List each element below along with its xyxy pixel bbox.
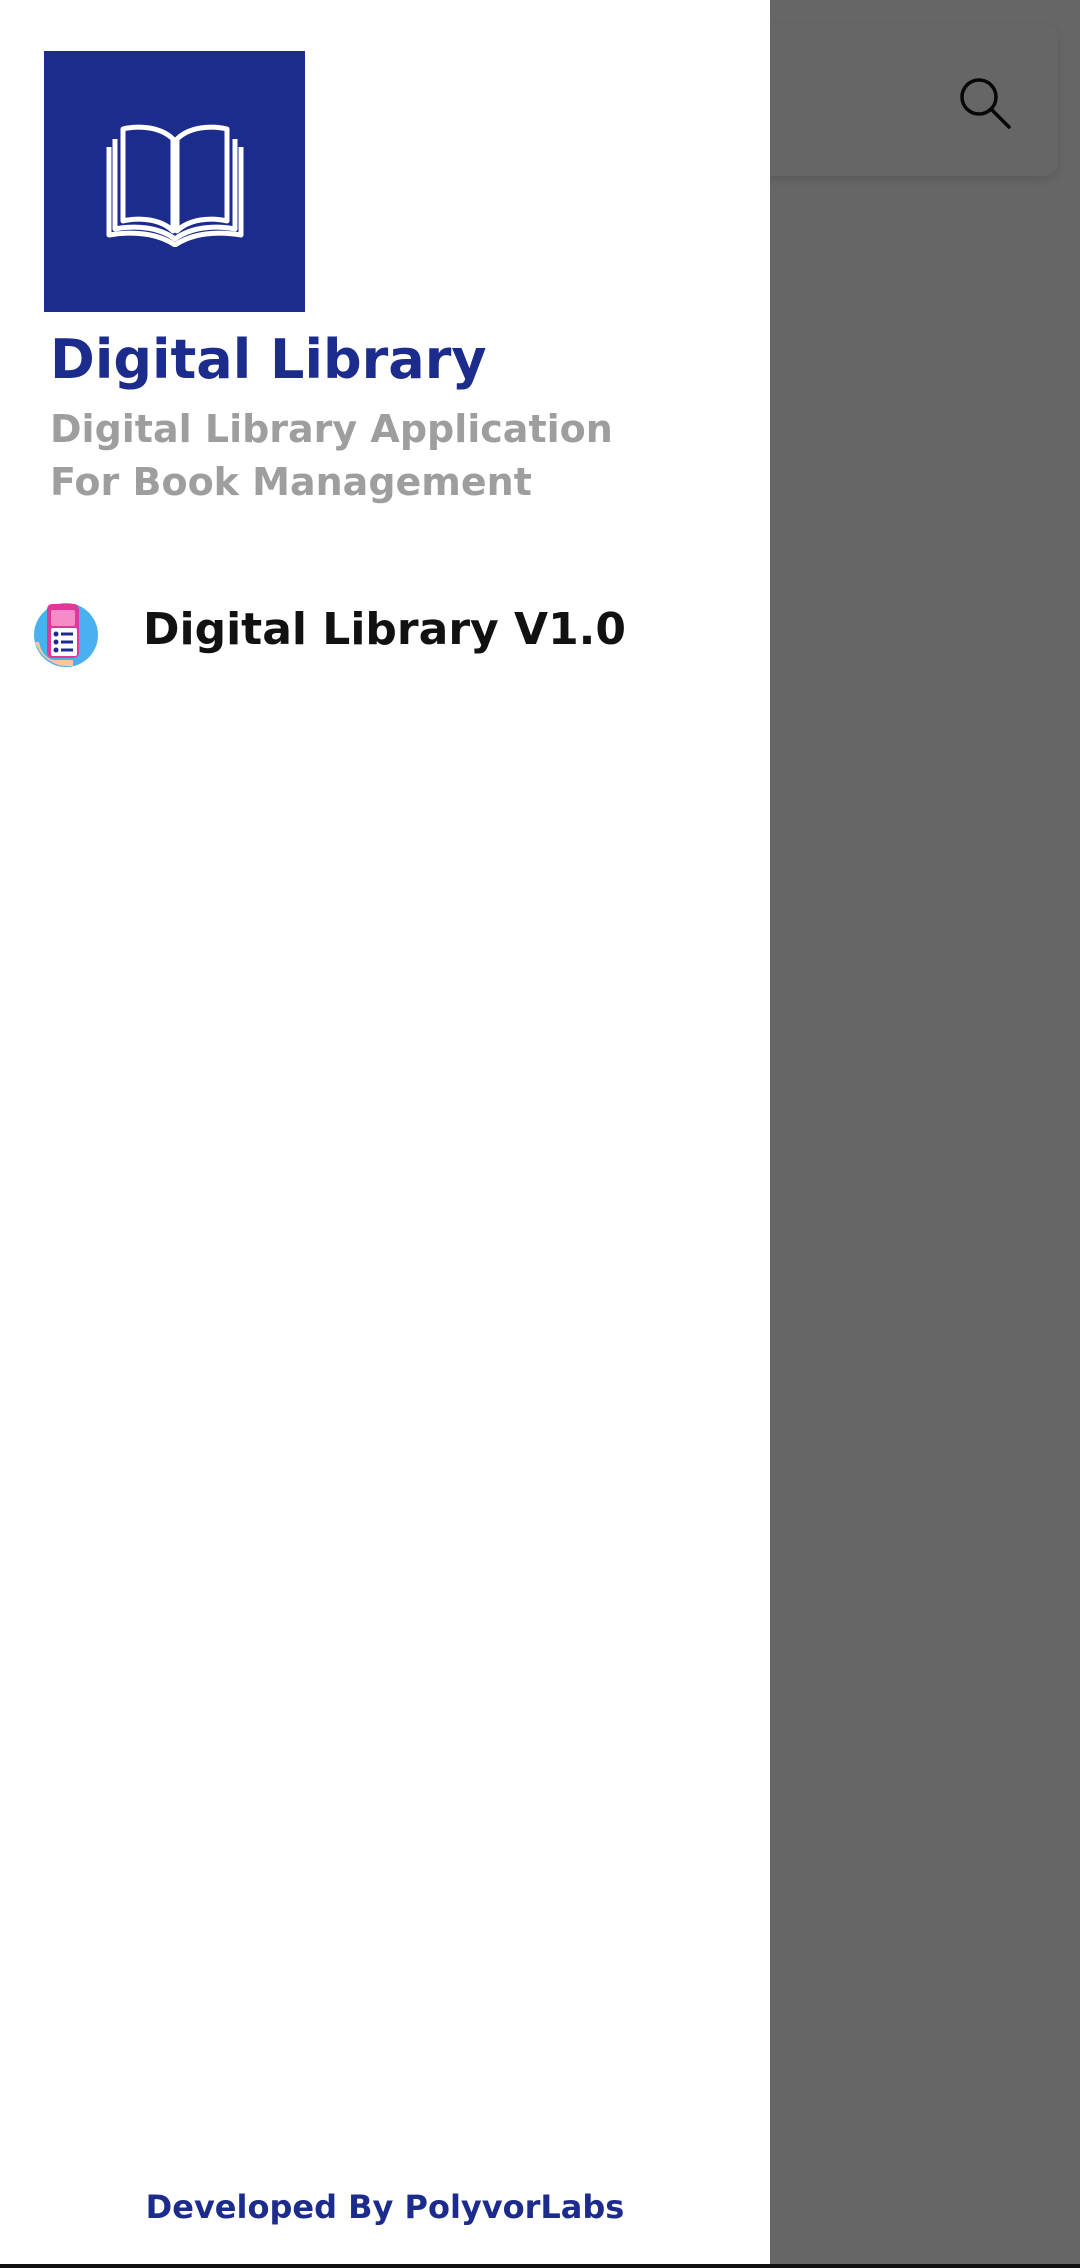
open-book-icon: [106, 124, 243, 247]
drawer-subtitle: Digital Library Application For Book Man…: [50, 407, 613, 504]
screen: Digital Library Digital Library Applicat…: [0, 0, 1080, 2268]
phone-list-icon: [34, 603, 98, 667]
developer-credit: Developed By PolyvorLabs: [145, 2188, 625, 2226]
app-logo: [44, 51, 305, 312]
menu-item-version[interactable]: Digital Library V1.0: [0, 590, 770, 682]
navigation-drawer: Digital Library Digital Library Applicat…: [0, 0, 770, 2268]
bottom-edge-divider: [0, 2264, 1080, 2268]
menu-item-label: Digital Library V1.0: [143, 604, 627, 655]
drawer-title: Digital Library: [50, 328, 487, 391]
